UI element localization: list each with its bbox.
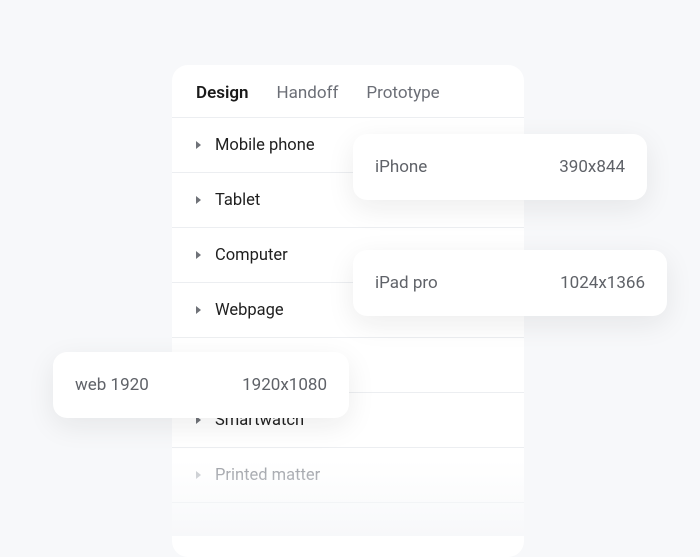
preset-web-1920[interactable]: web 1920 1920x1080: [53, 352, 349, 418]
category-label: Webpage: [215, 301, 284, 320]
preset-iphone[interactable]: iPhone 390x844: [353, 134, 647, 200]
chevron-right-icon: [196, 141, 201, 149]
tab-handoff[interactable]: Handoff: [277, 83, 339, 103]
tab-prototype[interactable]: Prototype: [366, 83, 439, 103]
category-label: Computer: [215, 246, 288, 265]
preset-name: iPhone: [375, 157, 427, 177]
chevron-right-icon: [196, 196, 201, 204]
tabs: Design Handoff Prototype: [172, 83, 524, 117]
category-printed-matter[interactable]: Printed matter: [172, 447, 524, 502]
chevron-right-icon: [196, 306, 201, 314]
preset-ipad-pro[interactable]: iPad pro 1024x1366: [353, 250, 667, 316]
chevron-right-icon: [196, 471, 201, 479]
category-label: Mobile phone: [215, 136, 315, 155]
category-label: Printed matter: [215, 466, 320, 485]
tab-design[interactable]: Design: [196, 83, 249, 103]
chevron-right-icon: [196, 251, 201, 259]
category-label: Tablet: [215, 191, 260, 210]
category-more[interactable]: [172, 502, 524, 557]
preset-name: iPad pro: [375, 273, 438, 293]
preset-name: web 1920: [75, 375, 149, 395]
preset-dimensions: 390x844: [559, 157, 625, 177]
preset-dimensions: 1024x1366: [560, 273, 645, 293]
preset-dimensions: 1920x1080: [242, 375, 327, 395]
